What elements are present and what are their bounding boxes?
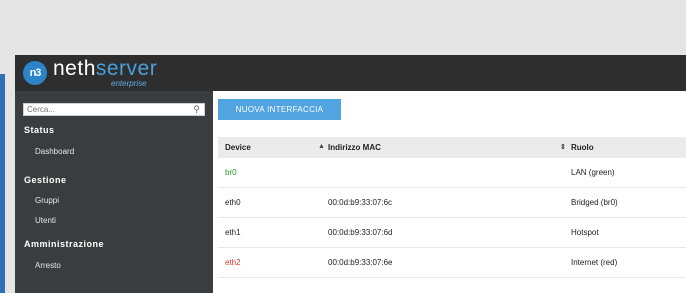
table-header: Device ▲ Indirizzo MAC ⇕ Ruolo [218,137,686,158]
nethserver-logo-icon: n3 [23,61,47,85]
role-cell: Bridged (br0) [571,198,618,207]
table-row[interactable]: eth0 00:0d:b9:33:07:6c Bridged (br0) [218,188,686,218]
sidebar-item-utenti[interactable]: Utenti [35,216,56,225]
sidebar-item-arresto[interactable]: Arresto [35,261,61,270]
role-cell: Hotspot [571,228,599,237]
device-cell[interactable]: br0 [225,168,237,177]
logo-word: neth [53,57,96,80]
sidebar-section-amministrazione: Amministrazione [24,239,105,249]
column-header-role[interactable]: Ruolo [571,143,594,152]
search-box[interactable]: ⚲ [23,103,205,116]
app-window: n3 nethserver enterprise ⚲ Status Dashbo… [15,55,686,293]
table-row[interactable]: eth1 00:0d:b9:33:07:6d Hotspot [218,218,686,248]
mac-cell: 00:0d:b9:33:07:6d [328,228,393,237]
mac-cell: 00:0d:b9:33:07:6e [328,258,393,267]
new-interface-button[interactable]: NUOVA INTERFACCIA [218,99,341,120]
top-bar: n3 nethserver enterprise [15,55,686,91]
column-header-mac[interactable]: Indirizzo MAC [328,143,381,152]
column-header-device[interactable]: Device [225,143,251,152]
search-icon[interactable]: ⚲ [193,104,200,115]
mac-cell: 00:0d:b9:33:07:6c [328,198,393,207]
sort-both-icon[interactable]: ⇕ [560,143,566,151]
sidebar-item-gruppi[interactable]: Gruppi [35,196,59,205]
role-cell: Internet (red) [571,258,618,267]
logo-subtitle: enterprise [111,79,147,88]
sidebar: ⚲ Status Dashboard Gestione Gruppi Utent… [15,91,213,293]
search-input[interactable] [27,104,187,115]
device-cell[interactable]: eth0 [225,198,241,207]
left-accent-strip [0,74,5,293]
logo-wordmark: nethserver [53,57,157,81]
device-cell[interactable]: eth2 [225,258,241,267]
sidebar-section-gestione: Gestione [24,175,67,185]
logo-word-accent: server [95,57,158,80]
sort-asc-icon[interactable]: ▲ [318,143,325,150]
table-row[interactable]: br0 LAN (green) [218,158,686,188]
device-cell[interactable]: eth1 [225,228,241,237]
table-row[interactable]: eth2 00:0d:b9:33:07:6e Internet (red) [218,248,686,278]
sidebar-item-dashboard[interactable]: Dashboard [35,147,74,156]
sidebar-section-status: Status [24,125,55,135]
role-cell: LAN (green) [571,168,615,177]
